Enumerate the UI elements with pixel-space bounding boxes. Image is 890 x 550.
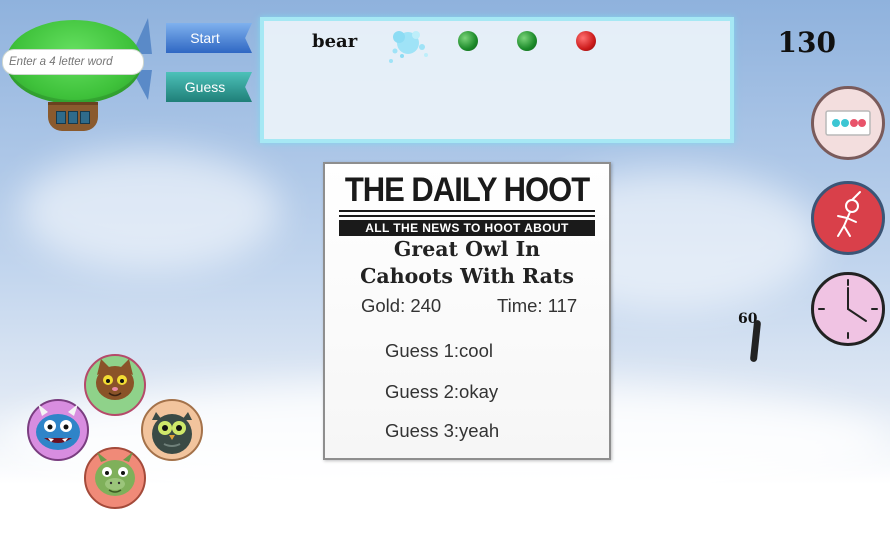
- title-rule: [339, 210, 595, 212]
- guess-button[interactable]: Guess: [166, 72, 252, 102]
- result-dot-red: [576, 31, 596, 51]
- dragon-character-button[interactable]: [83, 446, 147, 510]
- time-display: Time: 117: [497, 295, 578, 316]
- word-input[interactable]: [9, 50, 137, 74]
- gold-display: Gold: 240: [361, 295, 442, 316]
- guess-history-item: Guess 1:cool: [385, 340, 493, 361]
- newspaper-headline: Great Owl In Cahoots With Rats: [325, 236, 609, 290]
- guess-history-item: Guess 2:okay: [385, 381, 499, 402]
- word-input-band: [2, 49, 144, 75]
- gondola-window: [80, 111, 90, 124]
- start-button[interactable]: Start: [166, 23, 252, 53]
- blimp-word-entry: [2, 16, 154, 136]
- clock-button[interactable]: [811, 272, 885, 346]
- guess-history-item: Guess 3:yeah: [385, 420, 500, 441]
- newspaper-title: THE DAILY HOOT: [344, 169, 590, 210]
- newspaper-panel: THE DAILY HOOT ALL THE NEWS TO HOOT ABOU…: [323, 162, 611, 460]
- clock-icon: [818, 279, 878, 339]
- headline-line: Cahoots With Rats: [360, 264, 574, 288]
- title-rule: [339, 215, 595, 217]
- score-display: 130: [777, 26, 836, 59]
- result-dot-green: [517, 31, 537, 51]
- blimp-gondola: [48, 102, 98, 131]
- headline-line: Great Owl In: [393, 237, 541, 261]
- hangman-button[interactable]: [811, 181, 885, 255]
- gondola-window: [56, 111, 66, 124]
- hangman-icon: [837, 191, 861, 237]
- cat-character-button[interactable]: [83, 353, 147, 417]
- word-result-panel: bear: [260, 17, 734, 143]
- current-word: bear: [312, 31, 358, 52]
- result-dot-green: [458, 31, 478, 51]
- monster-character-button[interactable]: [26, 398, 90, 462]
- newspaper-tagline: ALL THE NEWS TO HOOT ABOUT: [339, 220, 595, 236]
- gondola-window: [68, 111, 78, 124]
- dots-card-icon: [825, 110, 871, 136]
- cloud: [20, 150, 280, 270]
- owl-character-button[interactable]: [140, 398, 204, 462]
- hint-button[interactable]: [811, 86, 885, 160]
- splash-icon: [389, 31, 428, 63]
